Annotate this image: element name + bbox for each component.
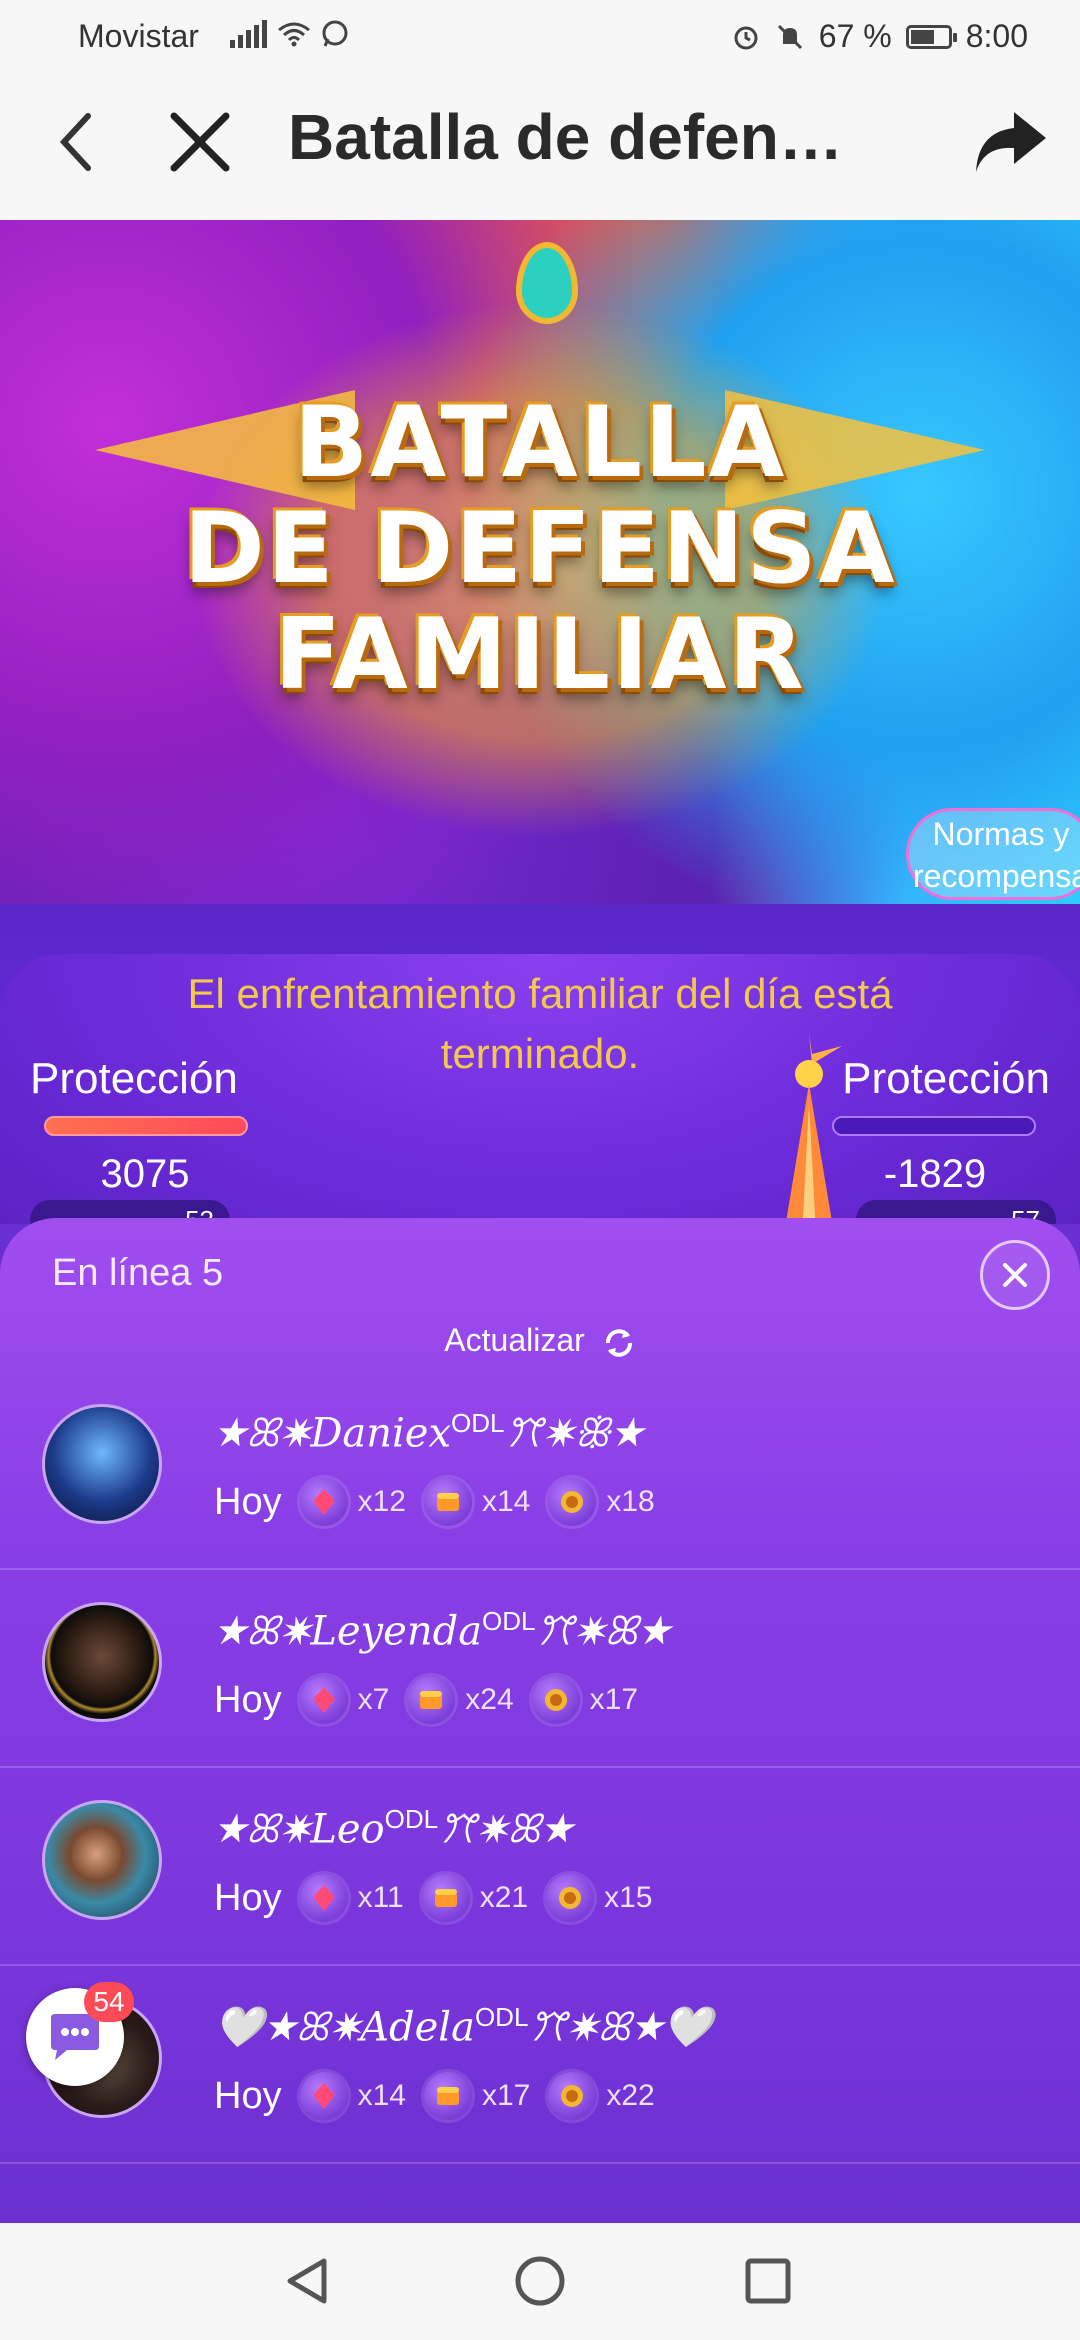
signal-group	[230, 20, 349, 48]
member-row[interactable]: ★ꕤ✷LeyendaODLꔫ✷ꕤ★ Hoy x7 x24 x17	[0, 1568, 1080, 1768]
signal-icon	[230, 20, 267, 48]
back-arrow-icon[interactable]	[48, 102, 108, 182]
left-team-label: Protección	[30, 1054, 238, 1103]
right-score: -1829	[883, 1152, 987, 1196]
page-title: Batalla de defen…	[288, 101, 843, 173]
member-stats: Hoy x12 x14 x18	[214, 1478, 673, 1526]
nav-home-icon[interactable]	[512, 2253, 568, 2309]
member-row[interactable]: 🤍★ꕤ✷AdelaODLꔫ✷ꕤ★🤍 Hoy x14 x17 x22	[0, 1964, 1080, 2164]
member-name: ★ꕤ✷LeoODLꔫ✷ꕤ★	[214, 1804, 573, 1853]
member-row[interactable]: ★ꕤ✷LeoODLꔫ✷ꕤ★ Hoy x11 x21 x15	[0, 1766, 1080, 1966]
member-day: Hoy	[214, 1678, 282, 1721]
whatsapp-icon	[322, 20, 348, 47]
sheet-close-button[interactable]	[980, 1240, 1050, 1310]
top-nav: Batalla de defen…	[0, 72, 1080, 220]
chat-unread-badge: 54	[84, 1982, 134, 2022]
event-banner: BATALLA DE DEFENSA FAMILIAR Normas y rec…	[0, 220, 1080, 904]
chest-icon	[407, 1676, 456, 1724]
refresh-label: Actualizar	[444, 1322, 585, 1358]
orb-icon	[531, 1676, 580, 1724]
right-team-label: Protección	[842, 1054, 1050, 1103]
chest-icon	[423, 2072, 472, 2120]
system-nav-bar	[0, 2223, 1080, 2340]
member-stats: Hoy x11 x21 x15	[214, 1874, 670, 1922]
avatar[interactable]	[42, 1602, 162, 1722]
nav-back-icon[interactable]	[280, 2253, 336, 2309]
close-icon[interactable]	[160, 102, 240, 182]
battle-area: El enfrentamiento familiar del día está …	[0, 904, 1080, 1224]
close-icon	[1003, 1263, 1027, 1287]
right-protection-bar	[832, 1116, 1036, 1136]
status-right: 67 % 8:00	[731, 18, 1028, 55]
crest-gem-icon	[516, 242, 578, 324]
headline-line-3: FAMILIAR	[274, 598, 806, 712]
avatar[interactable]	[42, 1404, 162, 1524]
online-members-sheet: En línea 5 Actualizar ★ꕤ✷DaniexODLꔫ✷ꕥ★ H…	[0, 1218, 1080, 2223]
battery-icon	[905, 24, 957, 49]
orb-icon	[546, 1874, 595, 1922]
chest-icon	[423, 1478, 472, 1526]
orb-icon	[548, 1478, 597, 1526]
chat-bubble-button[interactable]: 54	[26, 1982, 134, 2086]
status-bar: Movistar 67 % 8:00	[0, 0, 1080, 72]
orb-icon	[548, 2072, 597, 2120]
member-name: ★ꕤ✷DaniexODLꔫ✷ꕥ★	[214, 1408, 643, 1457]
carrier-label: Movistar	[78, 18, 199, 54]
wifi-icon	[278, 22, 310, 47]
member-stats: Hoy x14 x17 x22	[214, 2072, 673, 2120]
member-day: Hoy	[214, 1876, 282, 1919]
left-protection-bar	[44, 1116, 248, 1136]
left-score: 3075	[100, 1152, 190, 1196]
member-name: ★ꕤ✷LeyendaODLꔫ✷ꕤ★	[214, 1606, 670, 1655]
member-day: Hoy	[214, 1480, 282, 1523]
headline-line-2: DE DEFENSA	[183, 492, 897, 606]
clock: 8:00	[965, 18, 1028, 54]
member-day: Hoy	[214, 2074, 282, 2117]
refresh-icon	[605, 1328, 632, 1357]
nav-recents-icon[interactable]	[740, 2253, 796, 2309]
event-headline: BATALLA DE DEFENSA FAMILIAR	[0, 390, 1080, 708]
member-row[interactable]: ★ꕤ✷DaniexODLꔫ✷ꕥ★ Hoy x12 x14 x18	[0, 1370, 1080, 1570]
online-count-label: En línea 5	[52, 1252, 224, 1294]
rules-rewards-button[interactable]: Normas y recompensa	[906, 808, 1080, 900]
crystal-icon	[299, 1676, 348, 1724]
crystal-icon	[299, 1874, 348, 1922]
refresh-button[interactable]: Actualizar	[0, 1322, 1080, 1360]
chest-icon	[421, 1874, 470, 1922]
crystal-icon	[299, 1478, 348, 1526]
member-stats: Hoy x7 x24 x17	[214, 1676, 656, 1724]
headline-line-1: BATALLA	[293, 386, 787, 500]
avatar[interactable]	[42, 1800, 162, 1920]
crystal-icon	[299, 2072, 348, 2120]
battery-percent: 67 %	[818, 18, 892, 54]
member-name: 🤍★ꕤ✷AdelaODLꔫ✷ꕤ★🤍	[214, 2002, 713, 2051]
alarm-icon	[734, 26, 758, 49]
mute-icon	[777, 24, 802, 49]
share-icon[interactable]	[970, 102, 1050, 182]
